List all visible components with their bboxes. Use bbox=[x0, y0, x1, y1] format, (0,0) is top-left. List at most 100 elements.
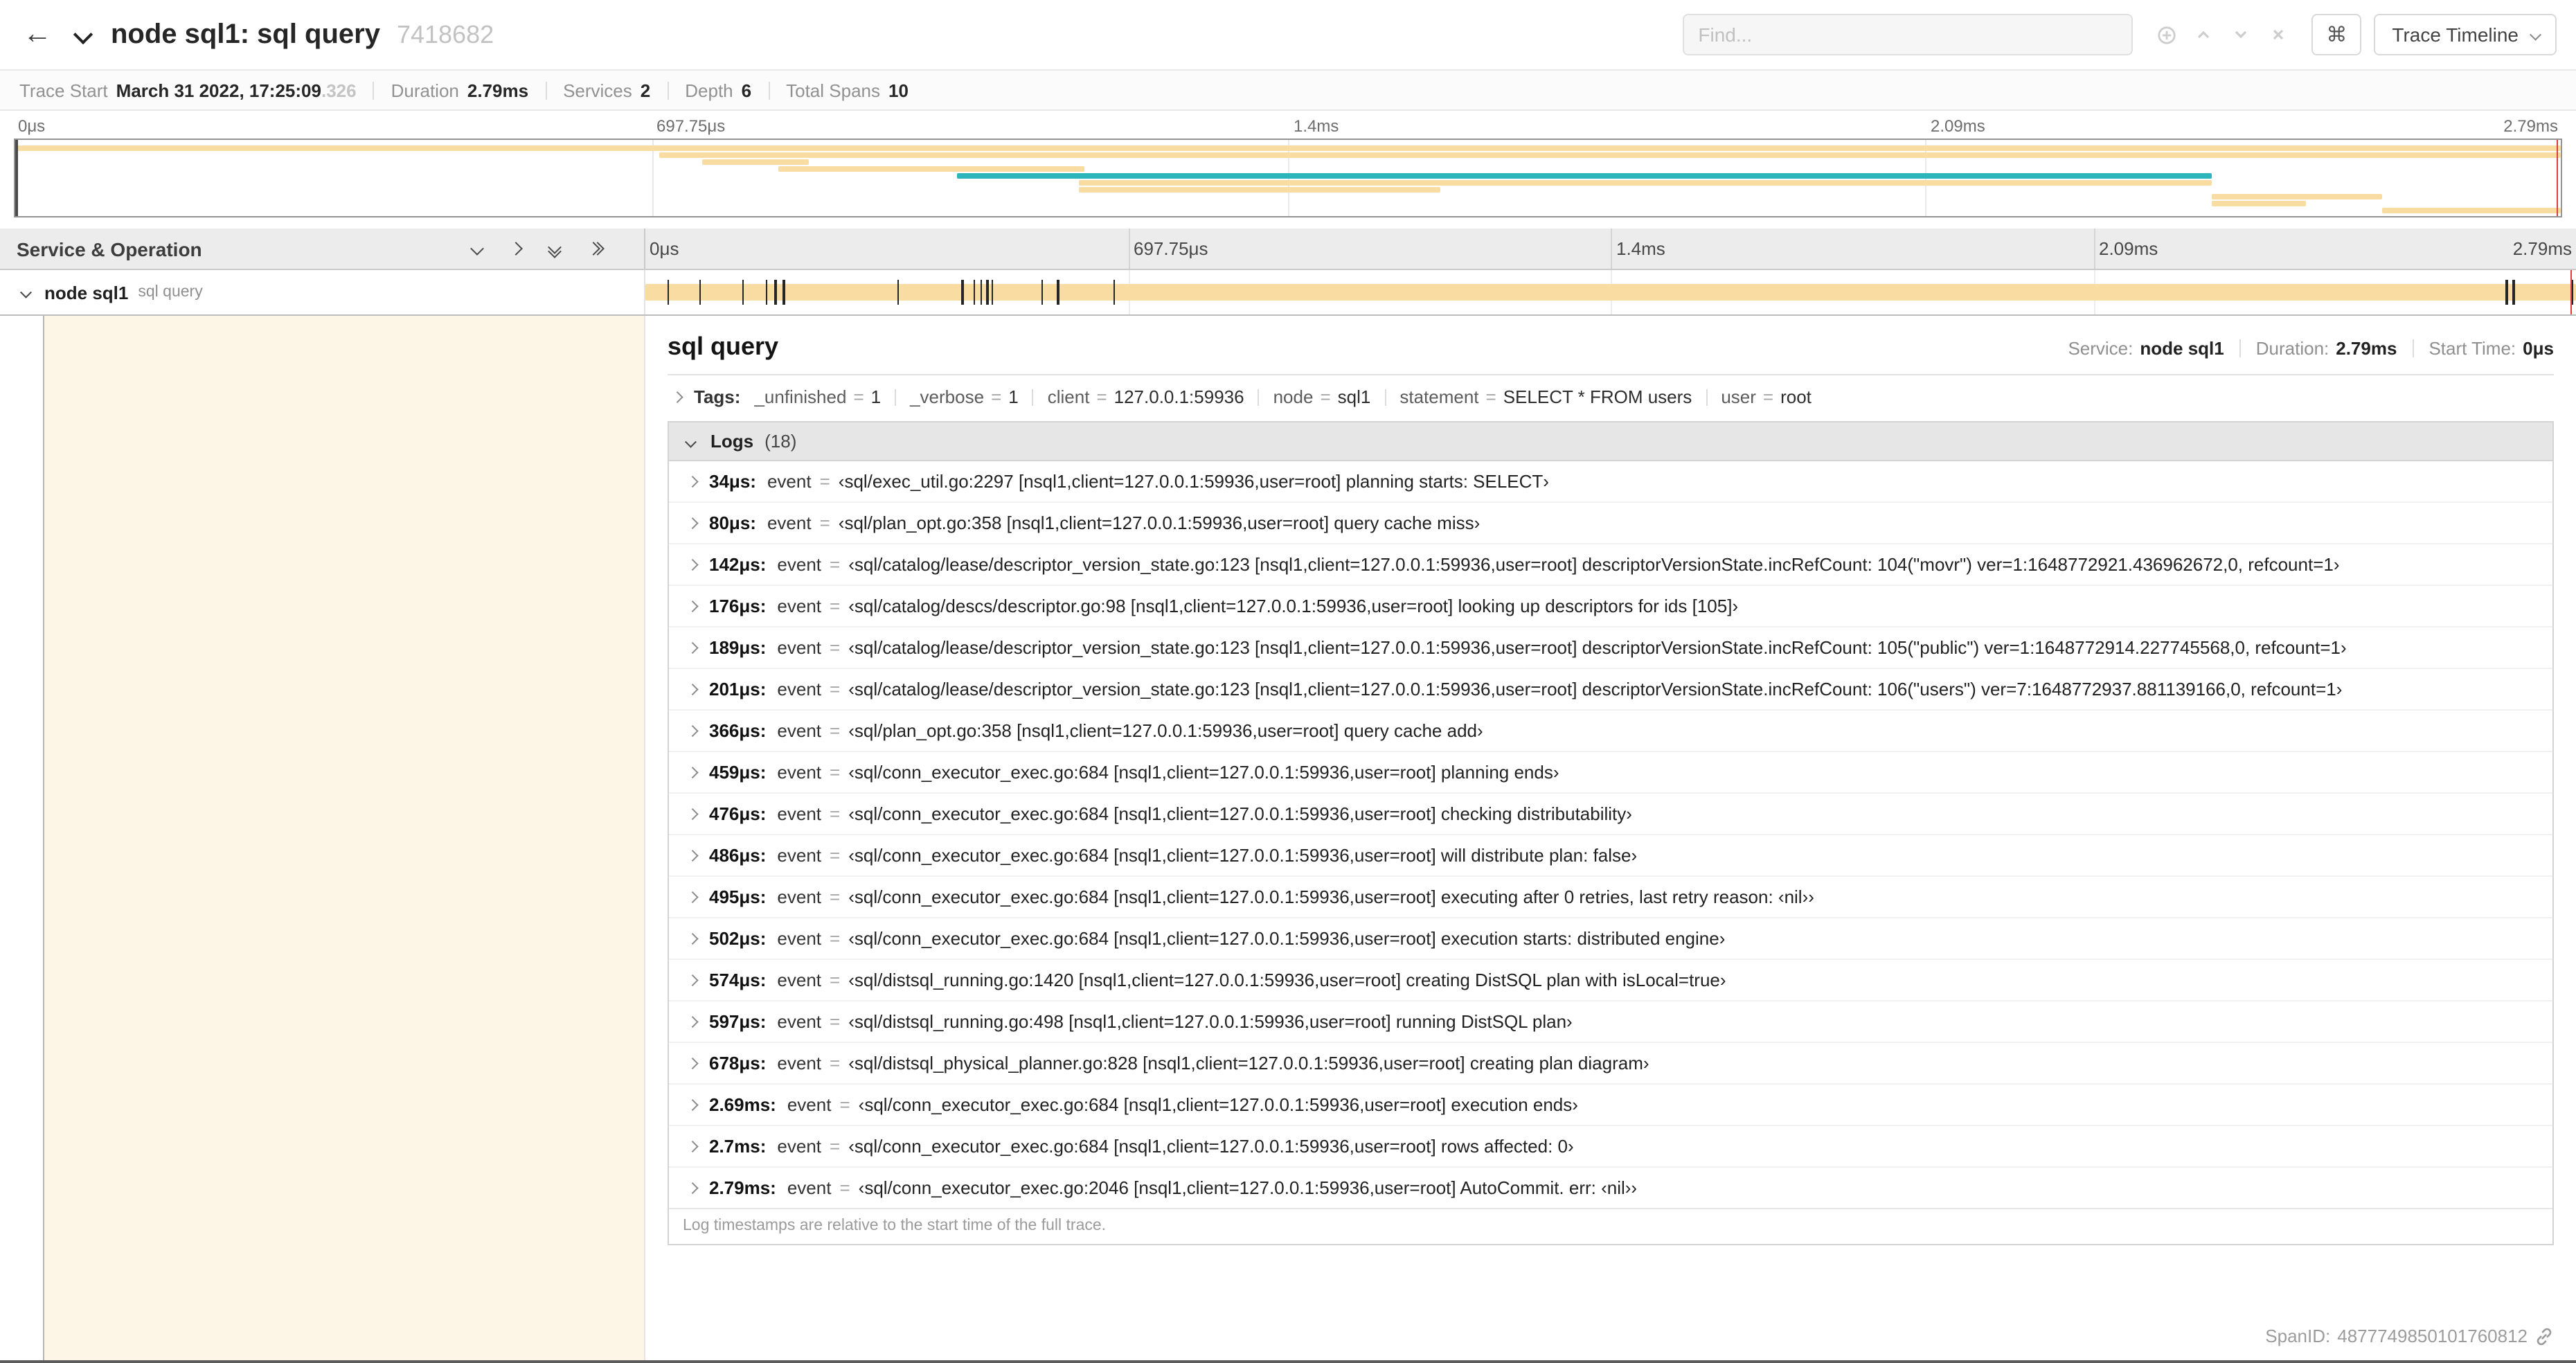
log-equals: = bbox=[830, 1136, 841, 1157]
expand-log-button[interactable] bbox=[683, 1054, 701, 1072]
span-row[interactable]: node sql1 sql query bbox=[0, 270, 2576, 314]
expand-log-button[interactable] bbox=[683, 514, 701, 532]
expand-log-button[interactable] bbox=[683, 763, 701, 781]
expand-log-button[interactable] bbox=[683, 639, 701, 657]
log-row[interactable]: 201μs: event = ‹sql/catalog/lease/descripto… bbox=[669, 669, 2552, 711]
log-marker[interactable] bbox=[782, 280, 785, 305]
log-marker[interactable] bbox=[742, 280, 744, 305]
expand-log-button[interactable] bbox=[683, 888, 701, 906]
expand-log-button[interactable] bbox=[683, 472, 701, 490]
expand-log-button[interactable] bbox=[683, 805, 701, 823]
log-row[interactable]: 459μs: event = ‹sql/conn_executor_exec.go:6… bbox=[669, 752, 2552, 794]
duration-label: Duration: bbox=[2255, 338, 2329, 359]
log-row[interactable]: 597μs: event = ‹sql/distsql_running.go:498 … bbox=[669, 1001, 2552, 1043]
expand-log-button[interactable] bbox=[683, 971, 701, 989]
log-marker[interactable] bbox=[1041, 280, 1044, 305]
span-duration-bar[interactable] bbox=[645, 284, 2576, 301]
span-bar-cell[interactable] bbox=[645, 270, 2576, 314]
expand-one-button[interactable] bbox=[469, 241, 485, 256]
log-marker[interactable] bbox=[699, 280, 701, 305]
span-rows: node sql1 sql query bbox=[0, 270, 2576, 314]
log-value: ‹sql/catalog/lease/descriptor_version_st… bbox=[848, 679, 2343, 700]
expand-log-button[interactable] bbox=[683, 1137, 701, 1155]
log-marker[interactable] bbox=[973, 280, 976, 305]
log-marker[interactable] bbox=[961, 280, 964, 305]
log-equals: = bbox=[830, 970, 841, 990]
trace-view-dropdown[interactable]: Trace Timeline bbox=[2374, 14, 2557, 55]
log-row[interactable]: 486μs: event = ‹sql/conn_executor_exec.go:6… bbox=[669, 835, 2552, 877]
log-row[interactable]: 678μs: event = ‹sql/distsql_physical_planne… bbox=[669, 1043, 2552, 1085]
log-row[interactable]: 80μs: event = ‹sql/plan_opt.go:358 [nsql1,c… bbox=[669, 503, 2552, 544]
log-value: ‹sql/conn_executor_exec.go:684 [nsql1,cl… bbox=[848, 1136, 1574, 1157]
expand-log-button[interactable] bbox=[683, 555, 701, 573]
log-row[interactable]: 142μs: event = ‹sql/catalog/lease/descripto… bbox=[669, 544, 2552, 586]
collapse-one-button[interactable] bbox=[508, 241, 524, 256]
service-label: Service: bbox=[2068, 338, 2134, 359]
log-row[interactable]: 495μs: event = ‹sql/conn_executor_exec.go:6… bbox=[669, 877, 2552, 918]
log-marker[interactable] bbox=[765, 280, 768, 305]
find-prev-button[interactable] bbox=[2187, 18, 2220, 51]
log-marker[interactable] bbox=[667, 280, 670, 305]
minimap-scrubber-handle[interactable] bbox=[15, 140, 18, 216]
log-equals: = bbox=[830, 928, 841, 949]
gridline bbox=[1128, 229, 1129, 269]
expand-log-button[interactable] bbox=[683, 597, 701, 615]
expand-tags-button[interactable] bbox=[668, 388, 686, 406]
close-icon bbox=[2273, 29, 2284, 40]
timeline-minimap: 0μs 697.75μs 1.4ms 2.09ms 2.79ms bbox=[0, 111, 2576, 229]
log-row[interactable]: 2.69ms: event = ‹sql/conn_executor_exec.go:… bbox=[669, 1085, 2552, 1126]
logs-list: 34μs: event = ‹sql/exec_util.go:2297 [nsql1… bbox=[669, 461, 2552, 1209]
log-marker[interactable] bbox=[980, 280, 983, 305]
back-button[interactable]: ← bbox=[19, 18, 55, 51]
log-row[interactable]: 189μs: event = ‹sql/catalog/lease/descripto… bbox=[669, 627, 2552, 669]
log-marker[interactable] bbox=[2512, 280, 2515, 305]
expand-log-button[interactable] bbox=[683, 722, 701, 740]
minimap-canvas[interactable] bbox=[14, 139, 2562, 217]
expand-log-button[interactable] bbox=[683, 929, 701, 947]
log-row[interactable]: 574μs: event = ‹sql/distsql_running.go:1420… bbox=[669, 960, 2552, 1001]
log-marker[interactable] bbox=[991, 280, 994, 305]
expand-log-button[interactable] bbox=[683, 680, 701, 698]
log-row[interactable]: 34μs: event = ‹sql/exec_util.go:2297 [nsql1… bbox=[669, 461, 2552, 503]
log-marker[interactable] bbox=[2505, 280, 2508, 305]
log-row[interactable]: 2.79ms: event = ‹sql/conn_executor_exec.go:… bbox=[669, 1168, 2552, 1209]
expand-log-button[interactable] bbox=[683, 1013, 701, 1031]
link-icon[interactable] bbox=[2534, 1326, 2554, 1346]
log-marker[interactable] bbox=[774, 280, 777, 305]
log-marker[interactable] bbox=[1113, 280, 1116, 305]
tag-divider bbox=[1032, 389, 1034, 405]
find-clear-button[interactable] bbox=[2262, 18, 2295, 51]
collapse-logs-button[interactable] bbox=[681, 432, 699, 450]
expand-all-button[interactable] bbox=[547, 239, 562, 258]
tag-key: user bbox=[1721, 386, 1756, 407]
log-marker[interactable] bbox=[897, 280, 900, 305]
tags-accordion[interactable]: Tags: _unfinished = 1 _verbose = 1 client = 127.… bbox=[668, 386, 2554, 407]
span-detail-left-column bbox=[0, 316, 645, 1360]
log-timestamp: 201μs: bbox=[709, 679, 767, 700]
log-row[interactable]: 176μs: event = ‹sql/catalog/descs/descripto… bbox=[669, 586, 2552, 627]
collapse-children-button[interactable] bbox=[17, 283, 35, 301]
focus-find-button[interactable] bbox=[2149, 18, 2183, 51]
find-input[interactable] bbox=[1683, 14, 2134, 55]
log-row[interactable]: 366μs: event = ‹sql/plan_opt.go:358 [nsql1,… bbox=[669, 711, 2552, 752]
log-row[interactable]: 476μs: event = ‹sql/conn_executor_exec.go:6… bbox=[669, 794, 2552, 835]
tag-value: 1 bbox=[1008, 386, 1019, 407]
minimap-span-bar bbox=[2382, 208, 2561, 213]
log-marker[interactable] bbox=[1057, 280, 1059, 305]
log-marker[interactable] bbox=[2571, 280, 2574, 305]
find-next-button[interactable] bbox=[2224, 18, 2257, 51]
span-stats: Service: node sql1 Duration: 2.79ms Star… bbox=[2068, 338, 2554, 359]
span-name-cell[interactable]: node sql1 sql query bbox=[0, 270, 645, 314]
keyboard-shortcuts-button[interactable]: ⌘ bbox=[2311, 14, 2362, 55]
log-row[interactable]: 502μs: event = ‹sql/conn_executor_exec.go:6… bbox=[669, 918, 2552, 960]
expand-log-button[interactable] bbox=[683, 1179, 701, 1197]
logs-header[interactable]: Logs (18) bbox=[669, 422, 2552, 461]
log-row[interactable]: 2.7ms: event = ‹sql/conn_executor_exec.go:6… bbox=[669, 1126, 2552, 1168]
collapse-all-button[interactable] bbox=[586, 241, 605, 256]
minimap-span-bar bbox=[778, 166, 1084, 172]
expand-log-button[interactable] bbox=[683, 846, 701, 864]
expand-log-button[interactable] bbox=[683, 1096, 701, 1114]
summary-value: 2 bbox=[640, 80, 651, 100]
log-marker[interactable] bbox=[986, 280, 989, 305]
collapse-trace-header-button[interactable] bbox=[69, 21, 97, 48]
